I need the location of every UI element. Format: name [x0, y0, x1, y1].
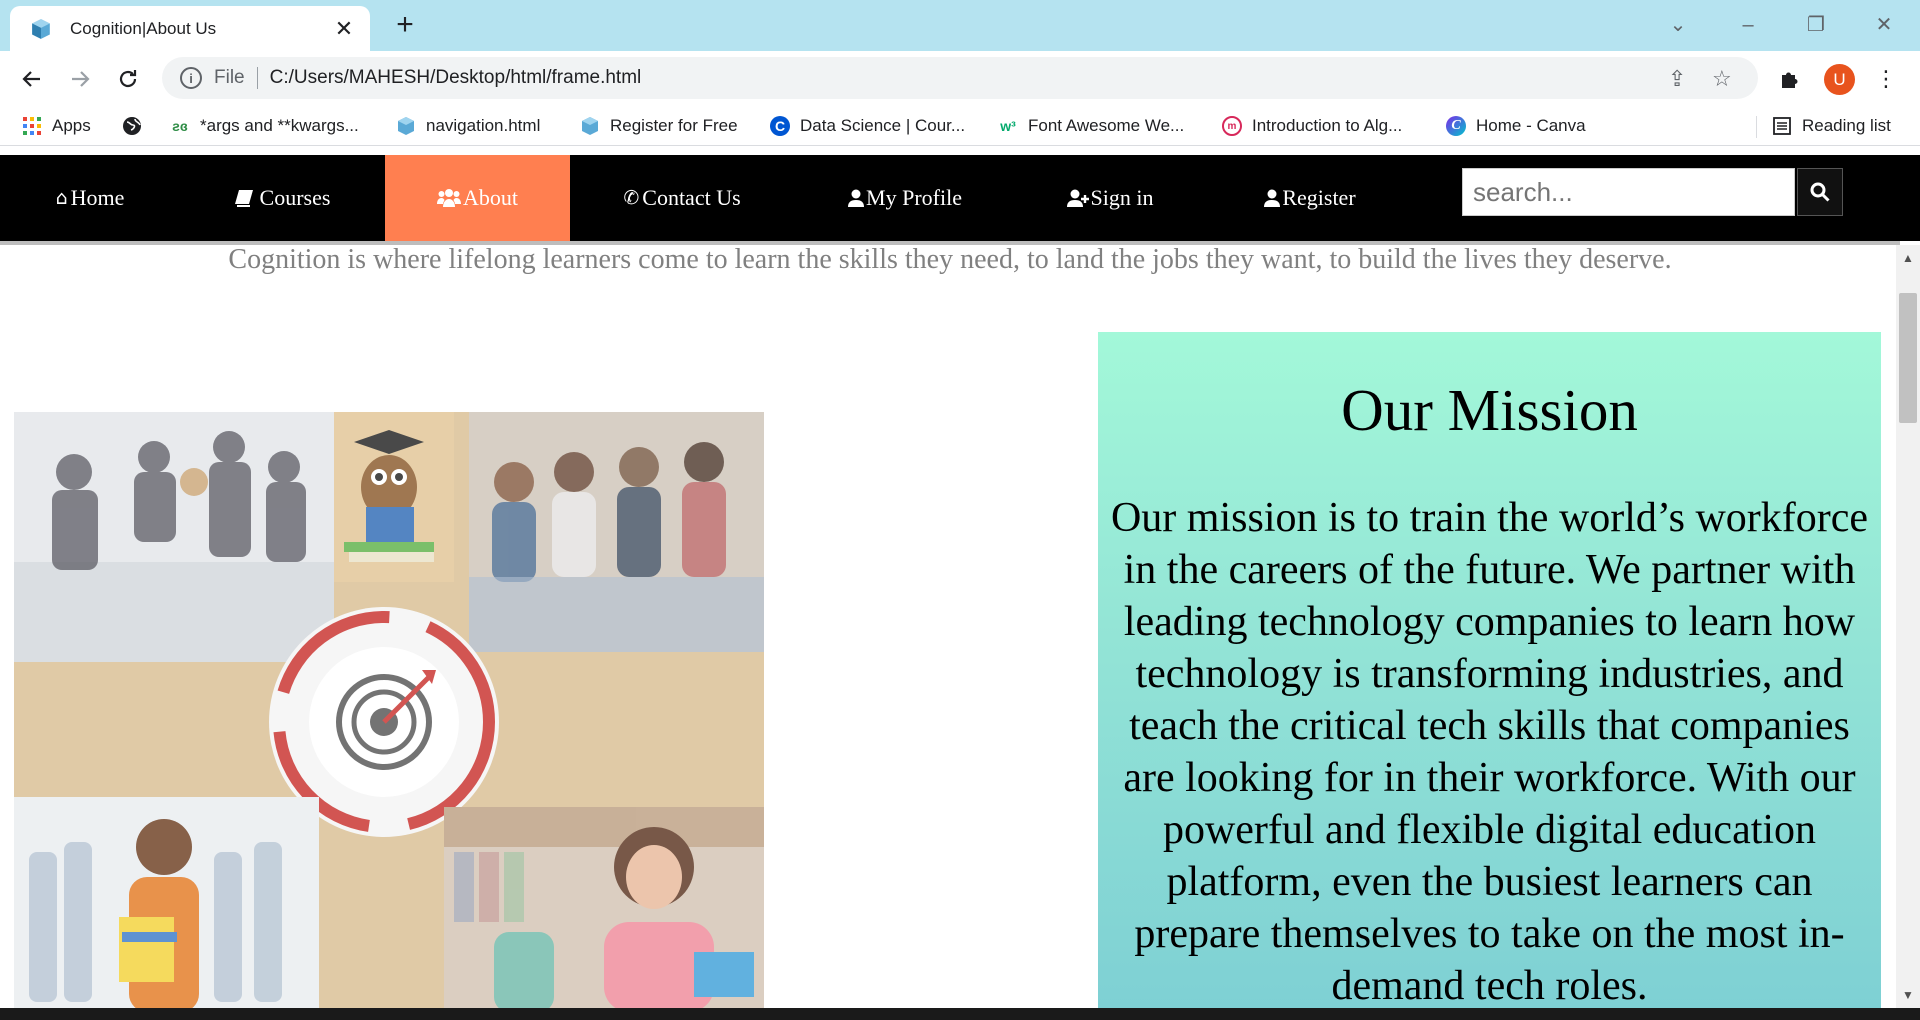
info-icon[interactable]: i — [180, 67, 202, 89]
reload-icon — [119, 70, 137, 88]
bookmark-label: Home - Canva — [1476, 116, 1586, 135]
bookmark-globe[interactable] — [122, 114, 152, 138]
reading-list-button[interactable]: Reading list — [1772, 114, 1891, 138]
navbar-divider — [0, 241, 1900, 245]
bookmarks-separator — [1756, 116, 1757, 138]
bookmark-register[interactable]: Register for Free — [580, 114, 738, 138]
geeksforgeeks-icon: ƨɞ — [172, 118, 188, 134]
extensions-button[interactable] — [1774, 63, 1806, 95]
nav-label: Sign in — [1090, 185, 1154, 210]
globe-icon — [123, 117, 141, 135]
nav-courses[interactable]: Courses — [212, 155, 352, 241]
users-icon — [437, 189, 461, 207]
os-taskbar-strip — [0, 1008, 1920, 1020]
share-icon[interactable]: ⇪ — [1668, 66, 1686, 92]
bookmark-args-kwargs[interactable]: ƨɞ *args and **kwargs... — [170, 114, 359, 138]
bookmark-data-science[interactable]: C Data Science | Cour... — [770, 114, 965, 138]
user-icon — [848, 189, 865, 207]
cube-icon — [32, 18, 50, 39]
new-tab-button[interactable]: + — [388, 10, 422, 40]
arrow-left-icon — [22, 71, 40, 87]
reload-button[interactable] — [112, 63, 144, 95]
mission-panel: Our Mission Our mission is to train the … — [1098, 332, 1881, 1008]
canva-icon: C — [1446, 116, 1466, 136]
phone-icon: ✆ — [623, 187, 640, 209]
nav-about[interactable]: About — [385, 155, 570, 241]
bookmark-font-awesome[interactable]: w³ Font Awesome We... — [998, 114, 1184, 138]
bookmarks-bar: Apps ƨɞ *args and **kwargs... navigation… — [0, 106, 1920, 146]
mit-icon: m — [1222, 116, 1242, 136]
nav-sign-in[interactable]: Sign in — [1040, 155, 1180, 241]
bookmark-intro-algorithms[interactable]: m Introduction to Alg... — [1222, 114, 1402, 138]
nav-home[interactable]: ⌂ Home — [20, 155, 160, 241]
bookmark-navigation[interactable]: navigation.html — [396, 114, 540, 138]
bookmark-label: Register for Free — [610, 116, 738, 135]
scroll-down-icon[interactable]: ▼ — [1902, 988, 1914, 1002]
nav-label: My Profile — [866, 185, 962, 210]
nav-label: Courses — [259, 185, 331, 210]
puzzle-icon — [1782, 72, 1798, 88]
search-icon — [1810, 182, 1830, 202]
reading-list-icon — [1773, 117, 1791, 135]
url-text[interactable]: C:/Users/MAHESH/Desktop/html/frame.html — [270, 67, 642, 89]
search-button[interactable] — [1797, 168, 1843, 216]
forward-button[interactable] — [64, 63, 96, 95]
bookmark-label: Apps — [52, 116, 91, 135]
browser-chrome: Cognition|About Us ✕ + ⌄ – ❐ ✕ i File C:… — [0, 0, 1920, 152]
back-button[interactable] — [16, 63, 48, 95]
nav-label: Register — [1282, 185, 1356, 210]
nav-label: Home — [70, 185, 125, 210]
arrow-right-icon — [72, 71, 90, 87]
minimize-button[interactable]: – — [1728, 10, 1768, 40]
cube-icon — [398, 117, 414, 135]
user-plus-icon — [1066, 189, 1089, 207]
nav-contact[interactable]: ✆ Contact Us — [602, 155, 762, 241]
bookmark-label: Introduction to Alg... — [1252, 116, 1403, 135]
address-separator — [256, 67, 258, 89]
page-viewport: Cognition is where lifelong learners com… — [0, 152, 1920, 1008]
site-navbar: ⌂ Home Courses About ✆ Contact Us My Profi… — [0, 155, 1920, 241]
bookmark-canva[interactable]: C Home - Canva — [1446, 114, 1586, 138]
browser-toolbar: i File C:/Users/MAHESH/Desktop/html/fram… — [0, 51, 1920, 106]
tab-title: Cognition|About Us — [70, 18, 217, 38]
cube-icon — [582, 117, 598, 135]
restore-button[interactable]: ❐ — [1796, 10, 1836, 40]
about-collage-image — [14, 412, 764, 1008]
user-icon — [1264, 189, 1281, 207]
tab-strip: Cognition|About Us ✕ + ⌄ – ❐ ✕ — [0, 0, 1920, 51]
site-search-input[interactable]: search... — [1462, 168, 1795, 216]
apps-grid-icon — [23, 117, 41, 135]
active-tab[interactable]: Cognition|About Us ✕ — [10, 6, 370, 51]
star-icon[interactable]: ☆ — [1712, 66, 1732, 92]
mission-body: Our mission is to train the world’s work… — [1110, 495, 1869, 1008]
bookmark-label: Font Awesome We... — [1028, 116, 1185, 135]
close-tab-icon[interactable]: ✕ — [332, 16, 356, 42]
nav-label: About — [463, 185, 518, 210]
bookmark-label: Data Science | Cour... — [800, 116, 966, 135]
nav-my-profile[interactable]: My Profile — [820, 155, 990, 241]
coursera-icon: C — [770, 116, 790, 136]
scheme-label: File — [214, 67, 245, 88]
nav-register[interactable]: Register — [1240, 155, 1380, 241]
home-icon: ⌂ — [55, 187, 68, 209]
collage-illustration — [14, 412, 764, 1008]
bookmark-apps[interactable]: Apps — [22, 114, 91, 138]
tagline: Cognition is where lifelong learners com… — [228, 244, 1672, 275]
reading-list-label: Reading list — [1802, 116, 1891, 135]
address-bar[interactable]: i File C:/Users/MAHESH/Desktop/html/fram… — [162, 57, 1758, 99]
w3schools-icon: w³ — [1000, 118, 1016, 134]
scroll-up-icon[interactable]: ▲ — [1902, 251, 1914, 265]
nav-label: Contact Us — [642, 185, 741, 210]
book-icon — [234, 190, 253, 207]
close-window-button[interactable]: ✕ — [1864, 10, 1904, 40]
scrollbar-thumb[interactable] — [1899, 293, 1917, 423]
bookmark-label: *args and **kwargs... — [200, 116, 359, 135]
bookmark-label: navigation.html — [426, 116, 541, 135]
tab-search-chevron-icon[interactable]: ⌄ — [1658, 10, 1698, 40]
menu-kebab-icon[interactable]: ⋮ — [1870, 63, 1902, 95]
mission-heading: Our Mission — [1341, 377, 1638, 443]
profile-avatar[interactable]: U — [1824, 64, 1855, 95]
page-scrollbar[interactable]: ▲ ▼ — [1896, 245, 1920, 1008]
